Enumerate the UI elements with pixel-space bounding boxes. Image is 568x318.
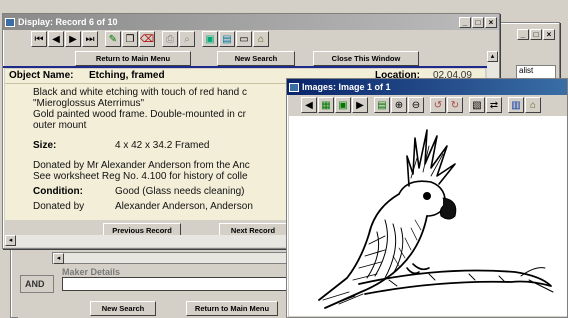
next-image-icon[interactable]: ▶	[352, 97, 368, 113]
minimize-button[interactable]: _	[517, 29, 529, 40]
close-button[interactable]: ×	[485, 16, 497, 28]
scroll-left-icon[interactable]: ◂	[5, 235, 16, 246]
and-box: AND	[20, 275, 54, 293]
find-icon[interactable]: ⌕	[179, 31, 195, 47]
new-search-button[interactable]: New Search	[217, 51, 295, 66]
prev-record-icon[interactable]: ◀	[48, 31, 64, 47]
size-value: 4 x 42 x 34.2 Framed	[115, 140, 210, 151]
object-name-label: Object Name:	[9, 70, 74, 81]
adjust-icon[interactable]: ▧	[469, 97, 485, 113]
description-line-3: Gold painted wood frame. Double-mounted …	[33, 109, 246, 120]
rotate-left-icon[interactable]: ↺	[430, 97, 446, 113]
home-icon[interactable]: ⌂	[253, 31, 269, 47]
scroll-left-icon[interactable]: ◂	[53, 253, 64, 264]
image-toolbar: ◀ ▦ ▣ ▶ ▤ ⊕ ⊖ ↺ ↻ ▧ ⇄ ▥ ⌂	[301, 97, 542, 113]
size-label: Size:	[33, 140, 57, 151]
home-icon[interactable]: ⌂	[525, 97, 541, 113]
record-window-title: Display: Record 6 of 10	[18, 17, 118, 27]
image-canvas	[289, 116, 567, 316]
image-window: Images: Image 1 of 1 ◀ ▦ ▣ ▶ ▤ ⊕ ⊖ ↺ ↻ ▧…	[286, 78, 568, 318]
list-field[interactable]: alist	[516, 65, 556, 79]
record-toolbar: ⏮ ◀ ▶ ⏭ ✎ ❐ ⌫ ⎙ ⌕ ▣ ▤ ▭ ⌂	[31, 31, 270, 47]
search-panel: ◂ Maker Details AND New Search Return to…	[18, 250, 298, 318]
scroll-up-icon[interactable]: ▴	[487, 51, 498, 62]
compare-icon[interactable]: ⇄	[486, 97, 502, 113]
minimize-button[interactable]: _	[459, 16, 471, 28]
object-name-value: Etching, framed	[89, 70, 165, 81]
close-window-button[interactable]: Close This Window	[313, 51, 419, 66]
maker-field[interactable]	[62, 277, 298, 291]
description-line-1: Black and white etching with touch of re…	[33, 87, 248, 98]
maximize-button[interactable]: □	[530, 29, 542, 40]
return-main-menu-button[interactable]: Return to Main Menu	[186, 301, 278, 316]
next-record-icon[interactable]: ▶	[65, 31, 81, 47]
description-line-2: "Mieroglossus Aterrimus"	[33, 98, 145, 109]
form-icon[interactable]: ▭	[236, 31, 252, 47]
cockatoo-etching-image	[318, 129, 554, 309]
grid-icon[interactable]: ▥	[508, 97, 524, 113]
window-icon	[289, 82, 299, 92]
print-icon[interactable]: ⎙	[162, 31, 178, 47]
return-main-menu-button[interactable]: Return to Main Menu	[75, 51, 191, 66]
image-window-titlebar[interactable]: Images: Image 1 of 1	[287, 79, 567, 95]
rotate-right-icon[interactable]: ↻	[447, 97, 463, 113]
close-button[interactable]: ×	[543, 29, 555, 40]
last-record-icon[interactable]: ⏭	[82, 31, 98, 47]
prev-image-icon[interactable]: ◀	[301, 97, 317, 113]
window-icon	[5, 17, 15, 27]
divider	[3, 66, 489, 68]
maximize-button[interactable]: □	[472, 16, 484, 28]
fit-icon[interactable]: ▤	[374, 97, 390, 113]
zoom-out-icon[interactable]: ⊖	[408, 97, 424, 113]
hscroll-track[interactable]: ◂	[52, 252, 298, 264]
donated-by-value: Alexander Anderson, Anderson	[115, 201, 253, 212]
and-label: AND	[25, 279, 45, 289]
search-window-controls: _ □ ×	[516, 29, 555, 40]
description-line-4: outer mount	[33, 120, 87, 131]
layout-icon[interactable]: ▤	[219, 31, 235, 47]
new-search-button[interactable]: New Search	[90, 301, 156, 316]
copy-icon[interactable]: ❐	[122, 31, 138, 47]
donated-line-2: See worksheet Reg No. 4.100 for history …	[33, 171, 248, 182]
condition-label: Condition:	[33, 186, 83, 197]
condition-value: Good (Glass needs cleaning)	[115, 186, 245, 197]
display-icon[interactable]: ▣	[202, 31, 218, 47]
donated-line-1: Donated by Mr Alexander Anderson from th…	[33, 160, 250, 171]
zoom-in-icon[interactable]: ⊕	[391, 97, 407, 113]
image-window-title: Images: Image 1 of 1	[302, 82, 391, 92]
first-record-icon[interactable]: ⏮	[31, 31, 47, 47]
image-list-icon[interactable]: ▦	[318, 97, 334, 113]
edit-icon[interactable]: ✎	[105, 31, 121, 47]
record-window-titlebar[interactable]: Display: Record 6 of 10 _ □ ×	[3, 14, 499, 30]
donated-by-label: Donated by	[33, 201, 85, 212]
view-icon[interactable]: ▣	[335, 97, 351, 113]
delete-icon[interactable]: ⌫	[139, 31, 155, 47]
maker-details-label: Maker Details	[62, 267, 121, 277]
